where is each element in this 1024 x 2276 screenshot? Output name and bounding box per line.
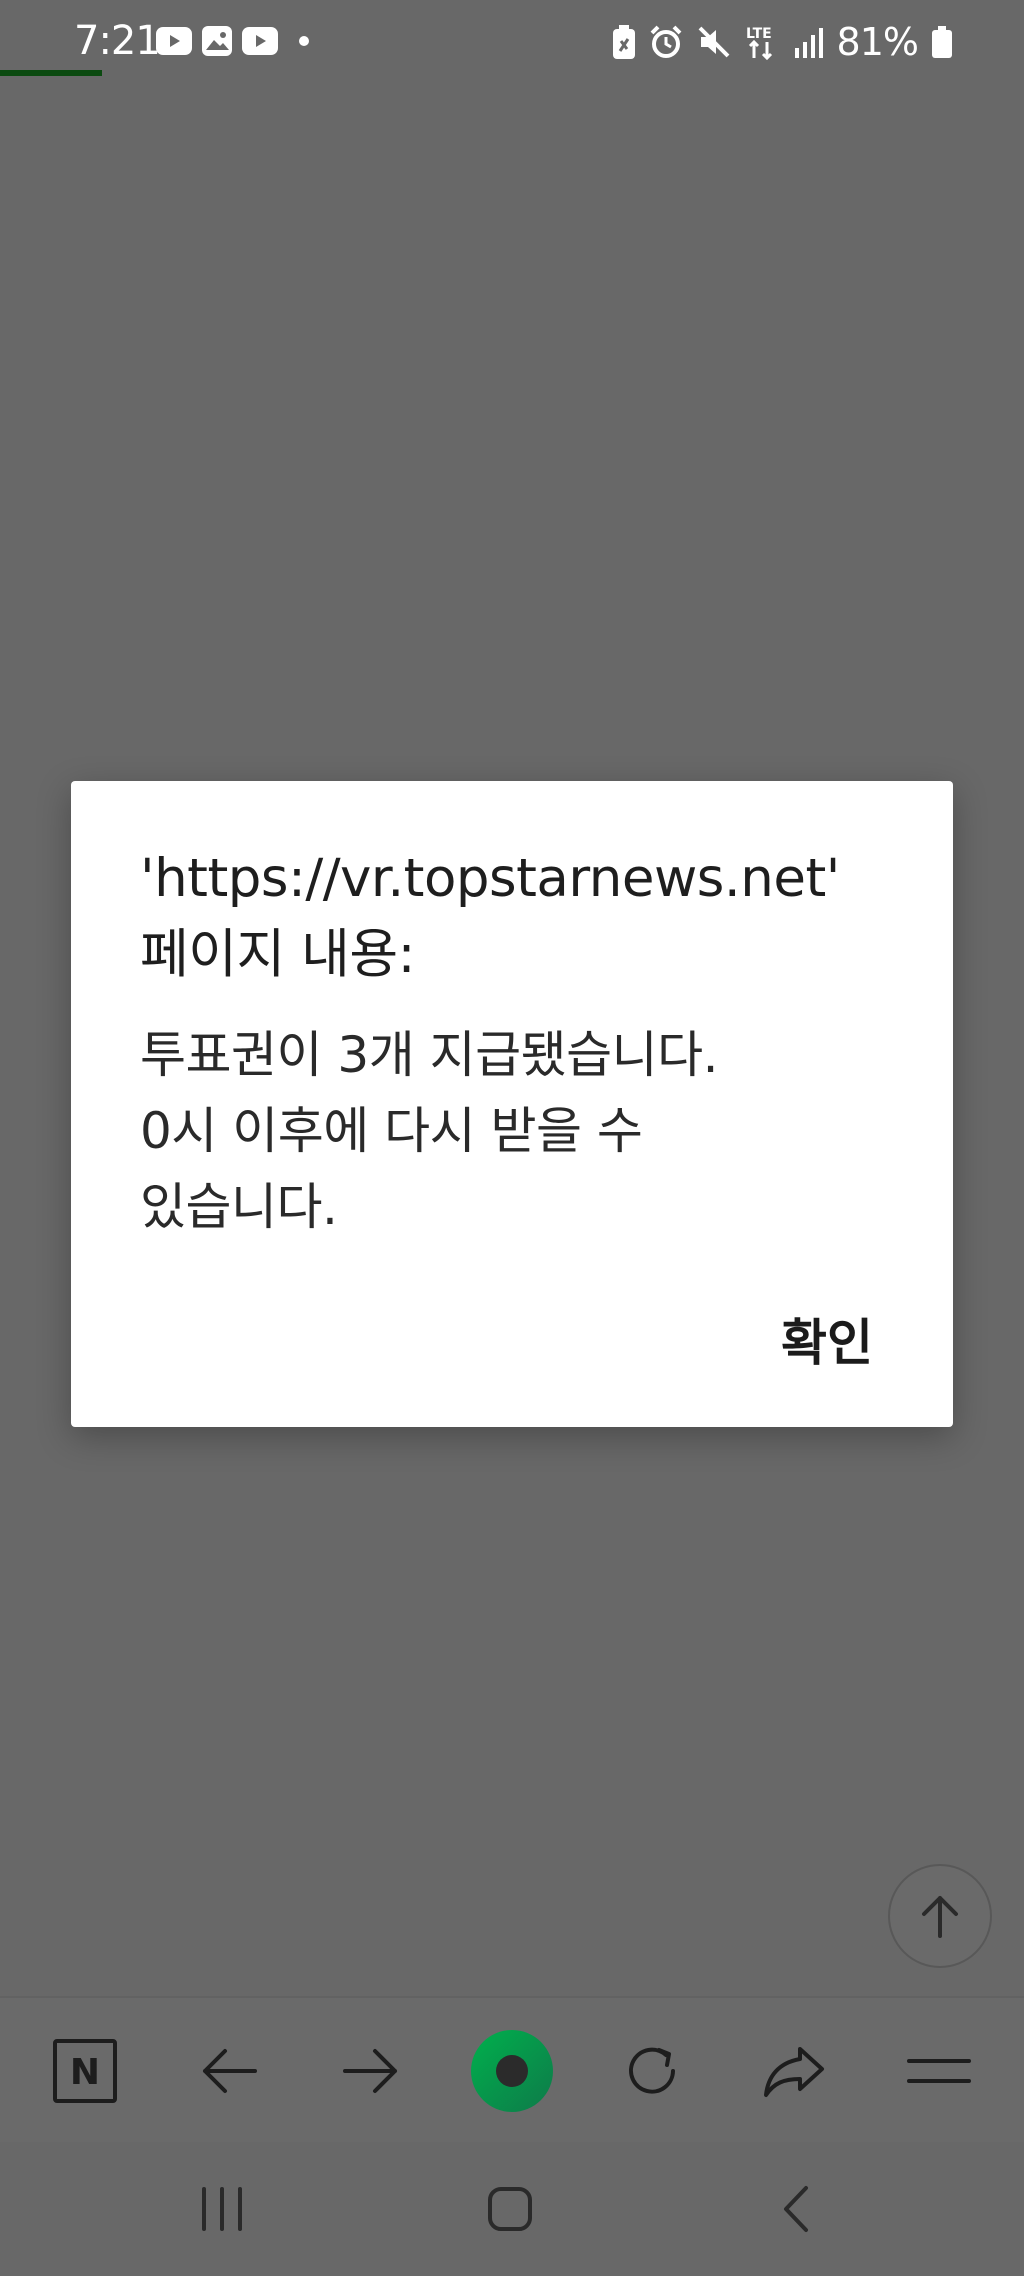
- dialog-message-line: 0시 이후에 다시 받을 수: [140, 1102, 643, 1160]
- home-logo-letter: N: [70, 2052, 100, 2093]
- naver-home-button[interactable]: N: [30, 1998, 140, 2144]
- dialog-title: 'https://vr.topstarnews.net' 페이지 내용:: [140, 841, 920, 993]
- lte-icon: LTE: [745, 24, 779, 60]
- green-dot-button[interactable]: [457, 1998, 567, 2144]
- forward-arrow-icon: [343, 2049, 397, 2093]
- browser-toolbar: N: [0, 1996, 1024, 2142]
- naver-home-icon: N: [53, 2039, 117, 2103]
- gallery-icon: [202, 26, 232, 56]
- back-icon: [784, 2186, 808, 2232]
- youtube-icon: [242, 27, 278, 55]
- forward-button[interactable]: [316, 1998, 426, 2144]
- notification-icons: [156, 26, 316, 56]
- recent-apps-button[interactable]: [162, 2142, 282, 2276]
- battery-icon: [932, 26, 952, 58]
- refresh-icon: [629, 2047, 675, 2094]
- system-icons: LTE 81%: [612, 20, 952, 64]
- status-time: 7:21: [74, 18, 161, 64]
- status-bar: 7:21 LTE 81%: [0, 0, 1024, 86]
- back-button[interactable]: [174, 1998, 284, 2144]
- signal-icon: [793, 26, 823, 58]
- page-load-progress: [0, 70, 102, 76]
- share-icon: [764, 2047, 824, 2097]
- dialog-message: 투표권이 3개 지급됐습니다. 0시 이후에 다시 받을 수 있습니다.: [140, 1017, 840, 1245]
- alert-dialog: 'https://vr.topstarnews.net' 페이지 내용: 투표권…: [71, 781, 953, 1427]
- battery-saver-icon: [612, 25, 635, 59]
- youtube-icon: [156, 27, 192, 55]
- alarm-icon: [649, 25, 683, 59]
- dialog-title-suffix: 페이지 내용:: [140, 924, 416, 985]
- dialog-title-url: 'https://vr.topstarnews.net': [140, 848, 840, 909]
- back-arrow-icon: [203, 2049, 257, 2093]
- green-dot-icon: [471, 2030, 553, 2112]
- dialog-message-line: 있습니다.: [140, 1178, 338, 1236]
- dot-icon: [288, 27, 316, 55]
- recent-apps-icon: [202, 2187, 242, 2231]
- ok-button[interactable]: 확인: [775, 1299, 879, 1379]
- battery-percent: 81%: [836, 20, 919, 64]
- system-back-button[interactable]: [736, 2142, 856, 2276]
- system-nav-bar: [0, 2142, 1024, 2276]
- home-button[interactable]: [450, 2142, 570, 2276]
- scroll-to-top-button[interactable]: [888, 1864, 992, 1968]
- arrow-up-icon: [922, 1896, 958, 1938]
- menu-icon: [907, 2059, 971, 2083]
- home-icon: [488, 2187, 532, 2231]
- menu-button[interactable]: [884, 1998, 994, 2144]
- dialog-message-line: 투표권이 3개 지급됐습니다.: [140, 1026, 719, 1084]
- svg-text:LTE: LTE: [746, 26, 772, 42]
- share-button[interactable]: [740, 1998, 850, 2144]
- mute-icon: [697, 25, 731, 59]
- refresh-button[interactable]: [597, 1998, 707, 2144]
